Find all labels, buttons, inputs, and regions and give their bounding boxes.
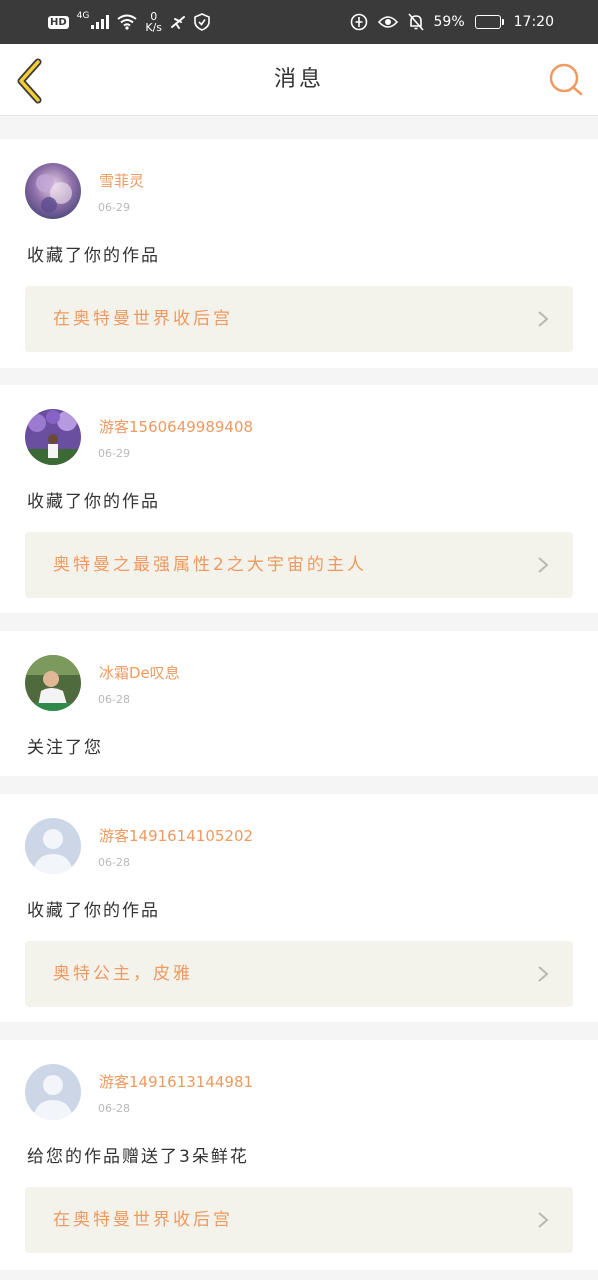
user-name[interactable]: 冰霜De叹息 xyxy=(99,662,180,683)
message-date: 06-29 xyxy=(98,201,130,214)
battery-percent: 59% xyxy=(433,14,465,30)
signal-icon xyxy=(91,15,110,29)
page-title: 消息 xyxy=(273,67,324,92)
work-title: 奥特曼之最强属性2之大宇宙的主人 xyxy=(53,555,367,575)
work-link[interactable]: 奥特公主，皮雅 xyxy=(25,941,573,1007)
status-bar: HD 4G 0 K/s 59% 17:20 xyxy=(0,0,598,44)
network-speed: 0 K/s xyxy=(145,11,162,33)
user-avatar[interactable] xyxy=(25,409,81,465)
hd-badge: HD xyxy=(48,15,69,29)
work-link[interactable]: 在奥特曼世界收后宫 xyxy=(25,1187,573,1253)
status-left: HD 4G 0 K/s xyxy=(48,0,210,44)
message-card: 冰霜De叹息 06-28 关注了您 xyxy=(0,631,598,776)
default-avatar[interactable] xyxy=(25,818,81,874)
message-action: 收藏了你的作品 xyxy=(27,246,160,266)
message-date: 06-28 xyxy=(98,1102,130,1115)
clock: 17:20 xyxy=(513,14,554,30)
user-avatar[interactable] xyxy=(25,655,81,711)
wifi-icon xyxy=(117,14,137,30)
shield-icon xyxy=(194,13,210,31)
chevron-right-icon xyxy=(538,311,549,327)
user-name[interactable]: 游客1491614105202 xyxy=(99,825,253,846)
message-action: 收藏了你的作品 xyxy=(27,492,160,512)
battery-icon xyxy=(474,15,504,29)
default-avatar[interactable] xyxy=(25,1064,81,1120)
work-title: 奥特公主，皮雅 xyxy=(53,964,193,984)
navigation-bar: 消息 xyxy=(0,44,598,116)
mute-bell-icon xyxy=(407,13,424,31)
data-saver-icon xyxy=(350,13,367,31)
chevron-right-icon xyxy=(538,966,549,982)
message-card: 游客1560649989408 06-29 收藏了你的作品 奥特曼之最强属性2之… xyxy=(0,385,598,613)
work-link[interactable]: 在奥特曼世界收后宫 xyxy=(25,286,573,352)
search-button[interactable] xyxy=(548,62,584,98)
message-date: 06-28 xyxy=(98,693,130,706)
user-name[interactable]: 雪菲灵 xyxy=(99,170,144,191)
user-avatar[interactable] xyxy=(25,163,81,219)
work-title: 在奥特曼世界收后宫 xyxy=(53,309,233,329)
user-name[interactable]: 游客1491613144981 xyxy=(99,1071,253,1092)
eye-icon xyxy=(377,16,398,28)
message-action: 给您的作品赠送了3朵鲜花 xyxy=(27,1147,249,1167)
chevron-right-icon xyxy=(538,557,549,573)
message-action: 关注了您 xyxy=(27,738,103,758)
status-right: 59% 17:20 xyxy=(350,0,554,44)
speed-unit: K/s xyxy=(145,21,163,34)
message-date: 06-29 xyxy=(98,447,130,460)
search-icon xyxy=(549,63,583,96)
airplane-icon xyxy=(171,16,186,29)
message-date: 06-28 xyxy=(98,856,130,869)
message-card: 游客1491613144981 06-28 给您的作品赠送了3朵鲜花 在奥特曼世… xyxy=(0,1040,598,1270)
chevron-right-icon xyxy=(538,1212,549,1228)
user-name[interactable]: 游客1560649989408 xyxy=(99,416,253,437)
message-card: 游客1491614105202 06-28 收藏了你的作品 奥特公主，皮雅 xyxy=(0,794,598,1022)
message-action: 收藏了你的作品 xyxy=(27,901,160,921)
work-title: 在奥特曼世界收后宫 xyxy=(53,1210,233,1230)
work-link[interactable]: 奥特曼之最强属性2之大宇宙的主人 xyxy=(25,532,573,598)
message-card: 雪菲灵 06-29 收藏了你的作品 在奥特曼世界收后宫 xyxy=(0,139,598,368)
network-type: 4G xyxy=(76,11,90,21)
